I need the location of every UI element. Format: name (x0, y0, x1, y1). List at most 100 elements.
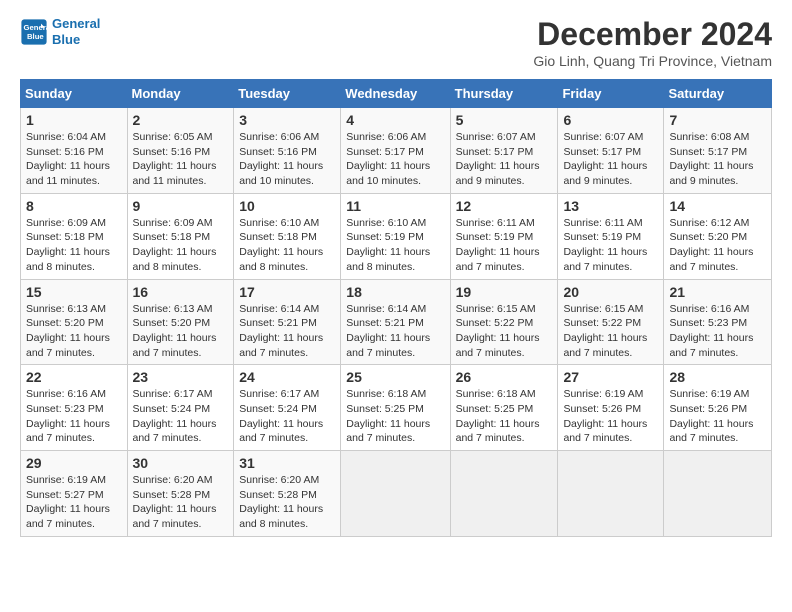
calendar-day-cell: 9 Sunrise: 6:09 AM Sunset: 5:18 PM Daylig… (127, 193, 234, 279)
logo-line2: Blue (52, 32, 80, 47)
day-detail: Sunrise: 6:16 AM Sunset: 5:23 PM Dayligh… (26, 387, 122, 446)
weekday-header: Tuesday (234, 80, 341, 108)
day-detail: Sunrise: 6:10 AM Sunset: 5:18 PM Dayligh… (239, 216, 335, 275)
day-number: 16 (133, 284, 229, 300)
weekday-header: Saturday (664, 80, 772, 108)
calendar-day-cell: 21 Sunrise: 6:16 AM Sunset: 5:23 PM Dayli… (664, 279, 772, 365)
weekday-header-row: SundayMondayTuesdayWednesdayThursdayFrid… (21, 80, 772, 108)
day-detail: Sunrise: 6:20 AM Sunset: 5:28 PM Dayligh… (133, 473, 229, 532)
title-block: December 2024 Gio Linh, Quang Tri Provin… (533, 16, 772, 69)
day-detail: Sunrise: 6:20 AM Sunset: 5:28 PM Dayligh… (239, 473, 335, 532)
day-detail: Sunrise: 6:05 AM Sunset: 5:16 PM Dayligh… (133, 130, 229, 189)
day-detail: Sunrise: 6:06 AM Sunset: 5:16 PM Dayligh… (239, 130, 335, 189)
calendar-day-cell: 23 Sunrise: 6:17 AM Sunset: 5:24 PM Dayli… (127, 365, 234, 451)
calendar-subtitle: Gio Linh, Quang Tri Province, Vietnam (533, 53, 772, 69)
day-detail: Sunrise: 6:10 AM Sunset: 5:19 PM Dayligh… (346, 216, 444, 275)
day-detail: Sunrise: 6:18 AM Sunset: 5:25 PM Dayligh… (456, 387, 553, 446)
day-detail: Sunrise: 6:09 AM Sunset: 5:18 PM Dayligh… (26, 216, 122, 275)
calendar-day-cell: 17Sunrise: 6:14 AM Sunset: 5:21 PM Dayli… (234, 279, 341, 365)
weekday-header: Wednesday (341, 80, 450, 108)
calendar-day-cell (558, 451, 664, 537)
day-number: 31 (239, 455, 335, 471)
day-number: 21 (669, 284, 766, 300)
day-detail: Sunrise: 6:15 AM Sunset: 5:22 PM Dayligh… (563, 302, 658, 361)
calendar-table: SundayMondayTuesdayWednesdayThursdayFrid… (20, 79, 772, 537)
day-number: 30 (133, 455, 229, 471)
day-number: 12 (456, 198, 553, 214)
day-number: 23 (133, 369, 229, 385)
day-number: 8 (26, 198, 122, 214)
calendar-day-cell: 5Sunrise: 6:07 AM Sunset: 5:17 PM Daylig… (450, 108, 558, 194)
logo-icon: General Blue (20, 18, 48, 46)
weekday-header: Thursday (450, 80, 558, 108)
calendar-day-cell: 16 Sunrise: 6:13 AM Sunset: 5:20 PM Dayli… (127, 279, 234, 365)
day-number: 4 (346, 112, 444, 128)
day-detail: Sunrise: 6:19 AM Sunset: 5:26 PM Dayligh… (669, 387, 766, 446)
calendar-week-row: 15Sunrise: 6:13 AM Sunset: 5:20 PM Dayli… (21, 279, 772, 365)
day-detail: Sunrise: 6:08 AM Sunset: 5:17 PM Dayligh… (669, 130, 766, 189)
day-detail: Sunrise: 6:14 AM Sunset: 5:21 PM Dayligh… (346, 302, 444, 361)
day-number: 11 (346, 198, 444, 214)
calendar-day-cell: 29 Sunrise: 6:19 AM Sunset: 5:27 PM Dayli… (21, 451, 128, 537)
day-detail: Sunrise: 6:17 AM Sunset: 5:24 PM Dayligh… (133, 387, 229, 446)
calendar-day-cell (450, 451, 558, 537)
calendar-title: December 2024 (533, 16, 772, 53)
calendar-week-row: 29 Sunrise: 6:19 AM Sunset: 5:27 PM Dayli… (21, 451, 772, 537)
svg-text:Blue: Blue (27, 32, 44, 41)
weekday-header: Friday (558, 80, 664, 108)
day-number: 25 (346, 369, 444, 385)
day-number: 14 (669, 198, 766, 214)
day-number: 29 (26, 455, 122, 471)
day-number: 2 (133, 112, 229, 128)
day-number: 20 (563, 284, 658, 300)
calendar-day-cell: 27 Sunrise: 6:19 AM Sunset: 5:26 PM Dayli… (558, 365, 664, 451)
day-detail: Sunrise: 6:06 AM Sunset: 5:17 PM Dayligh… (346, 130, 444, 189)
calendar-day-cell (341, 451, 450, 537)
day-detail: Sunrise: 6:04 AM Sunset: 5:16 PM Dayligh… (26, 130, 122, 189)
calendar-day-cell: 11 Sunrise: 6:10 AM Sunset: 5:19 PM Dayli… (341, 193, 450, 279)
calendar-day-cell: 26 Sunrise: 6:18 AM Sunset: 5:25 PM Dayli… (450, 365, 558, 451)
calendar-day-cell: 20 Sunrise: 6:15 AM Sunset: 5:22 PM Dayli… (558, 279, 664, 365)
calendar-week-row: 22 Sunrise: 6:16 AM Sunset: 5:23 PM Dayli… (21, 365, 772, 451)
calendar-day-cell: 13 Sunrise: 6:11 AM Sunset: 5:19 PM Dayli… (558, 193, 664, 279)
day-number: 9 (133, 198, 229, 214)
calendar-day-cell: 31 Sunrise: 6:20 AM Sunset: 5:28 PM Dayli… (234, 451, 341, 537)
calendar-day-cell: 10 Sunrise: 6:10 AM Sunset: 5:18 PM Dayli… (234, 193, 341, 279)
day-detail: Sunrise: 6:17 AM Sunset: 5:24 PM Dayligh… (239, 387, 335, 446)
calendar-week-row: 1 Sunrise: 6:04 AM Sunset: 5:16 PM Daylig… (21, 108, 772, 194)
calendar-day-cell: 12 Sunrise: 6:11 AM Sunset: 5:19 PM Dayli… (450, 193, 558, 279)
calendar-day-cell: 19Sunrise: 6:15 AM Sunset: 5:22 PM Dayli… (450, 279, 558, 365)
day-detail: Sunrise: 6:19 AM Sunset: 5:27 PM Dayligh… (26, 473, 122, 532)
calendar-day-cell: 25 Sunrise: 6:18 AM Sunset: 5:25 PM Dayli… (341, 365, 450, 451)
day-number: 18 (346, 284, 444, 300)
day-detail: Sunrise: 6:11 AM Sunset: 5:19 PM Dayligh… (456, 216, 553, 275)
calendar-day-cell: 24Sunrise: 6:17 AM Sunset: 5:24 PM Dayli… (234, 365, 341, 451)
day-detail: Sunrise: 6:13 AM Sunset: 5:20 PM Dayligh… (133, 302, 229, 361)
weekday-header: Monday (127, 80, 234, 108)
page-header: General Blue General Blue December 2024 … (20, 16, 772, 69)
day-detail: Sunrise: 6:11 AM Sunset: 5:19 PM Dayligh… (563, 216, 658, 275)
calendar-day-cell: 3 Sunrise: 6:06 AM Sunset: 5:16 PM Daylig… (234, 108, 341, 194)
day-detail: Sunrise: 6:19 AM Sunset: 5:26 PM Dayligh… (563, 387, 658, 446)
day-detail: Sunrise: 6:18 AM Sunset: 5:25 PM Dayligh… (346, 387, 444, 446)
day-number: 13 (563, 198, 658, 214)
day-number: 17 (239, 284, 335, 300)
day-number: 26 (456, 369, 553, 385)
calendar-day-cell: 7 Sunrise: 6:08 AM Sunset: 5:17 PM Daylig… (664, 108, 772, 194)
day-number: 22 (26, 369, 122, 385)
day-number: 10 (239, 198, 335, 214)
day-number: 6 (563, 112, 658, 128)
calendar-day-cell: 6Sunrise: 6:07 AM Sunset: 5:17 PM Daylig… (558, 108, 664, 194)
calendar-day-cell: 15Sunrise: 6:13 AM Sunset: 5:20 PM Dayli… (21, 279, 128, 365)
calendar-day-cell: 2 Sunrise: 6:05 AM Sunset: 5:16 PM Daylig… (127, 108, 234, 194)
day-detail: Sunrise: 6:16 AM Sunset: 5:23 PM Dayligh… (669, 302, 766, 361)
calendar-day-cell: 14Sunrise: 6:12 AM Sunset: 5:20 PM Dayli… (664, 193, 772, 279)
logo: General Blue General Blue (20, 16, 100, 47)
day-number: 7 (669, 112, 766, 128)
day-number: 3 (239, 112, 335, 128)
day-number: 28 (669, 369, 766, 385)
day-detail: Sunrise: 6:09 AM Sunset: 5:18 PM Dayligh… (133, 216, 229, 275)
calendar-day-cell: 28 Sunrise: 6:19 AM Sunset: 5:26 PM Dayli… (664, 365, 772, 451)
day-number: 27 (563, 369, 658, 385)
day-number: 1 (26, 112, 122, 128)
